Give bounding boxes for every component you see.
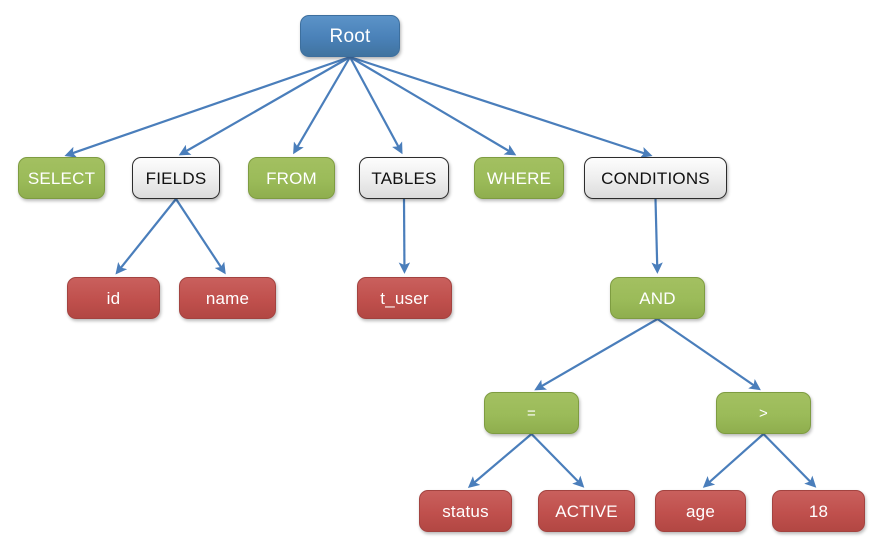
node-label: AND — [639, 288, 676, 308]
node-label: id — [106, 288, 121, 308]
edge-root-to-from — [293, 56, 351, 155]
edge-fields-to-id — [115, 198, 177, 275]
node-root[interactable]: Root — [300, 15, 400, 57]
node-label: SELECT — [27, 168, 96, 188]
edge-conditions-to-and — [651, 198, 663, 274]
node-active[interactable]: ACTIVE — [538, 490, 635, 532]
node-label: 18 — [808, 501, 829, 521]
node-label: status — [442, 501, 489, 521]
node-where[interactable]: WHERE — [474, 157, 564, 199]
edge-fields-to-name — [175, 198, 226, 275]
node-age[interactable]: age — [655, 490, 746, 532]
edges-group — [64, 55, 817, 488]
node-label: t_user — [380, 288, 429, 308]
node-label: FROM — [266, 168, 317, 188]
node-status[interactable]: status — [419, 490, 512, 532]
node-tables[interactable]: TABLES — [359, 157, 449, 199]
node-t_user[interactable]: t_user — [357, 277, 452, 319]
edge-eq-to-active — [530, 433, 585, 488]
edge-root-to-where — [349, 56, 517, 156]
edge-root-to-select — [64, 55, 351, 158]
node-label: > — [759, 404, 768, 422]
node-label: WHERE — [486, 168, 552, 188]
node-select[interactable]: SELECT — [18, 157, 105, 199]
node-label: Root — [329, 25, 371, 47]
node-conditions[interactable]: CONDITIONS — [584, 157, 727, 199]
edge-root-to-conditions — [349, 55, 653, 158]
edge-root-to-fields — [178, 56, 351, 156]
diagram-canvas: Root SELECT FIELDS FROM TABLES WHERE CONDITION… — [0, 0, 892, 551]
edge-gt-to-age — [702, 433, 765, 488]
node-eq[interactable]: = — [484, 392, 579, 434]
node-name[interactable]: name — [179, 277, 276, 319]
node-gt[interactable]: > — [716, 392, 811, 434]
node-label: CONDITIONS — [601, 168, 710, 188]
edge-and-to-gt — [656, 318, 761, 391]
edge-layer — [64, 55, 817, 488]
edge-gt-to-18 — [762, 433, 817, 488]
node-label: FIELDS — [145, 168, 207, 188]
node-label: name — [205, 288, 250, 308]
node-18[interactable]: 18 — [772, 490, 865, 532]
node-label: age — [686, 501, 715, 521]
edge-and-to-eq — [534, 318, 659, 391]
edge-eq-to-status — [467, 433, 533, 488]
node-id[interactable]: id — [67, 277, 160, 319]
node-label: = — [527, 404, 536, 422]
node-fields[interactable]: FIELDS — [132, 157, 220, 199]
node-label: ACTIVE — [555, 501, 618, 521]
edge-root-to-tables — [349, 56, 403, 155]
node-label: TABLES — [371, 168, 437, 188]
node-from[interactable]: FROM — [248, 157, 335, 199]
node-and[interactable]: AND — [610, 277, 705, 319]
